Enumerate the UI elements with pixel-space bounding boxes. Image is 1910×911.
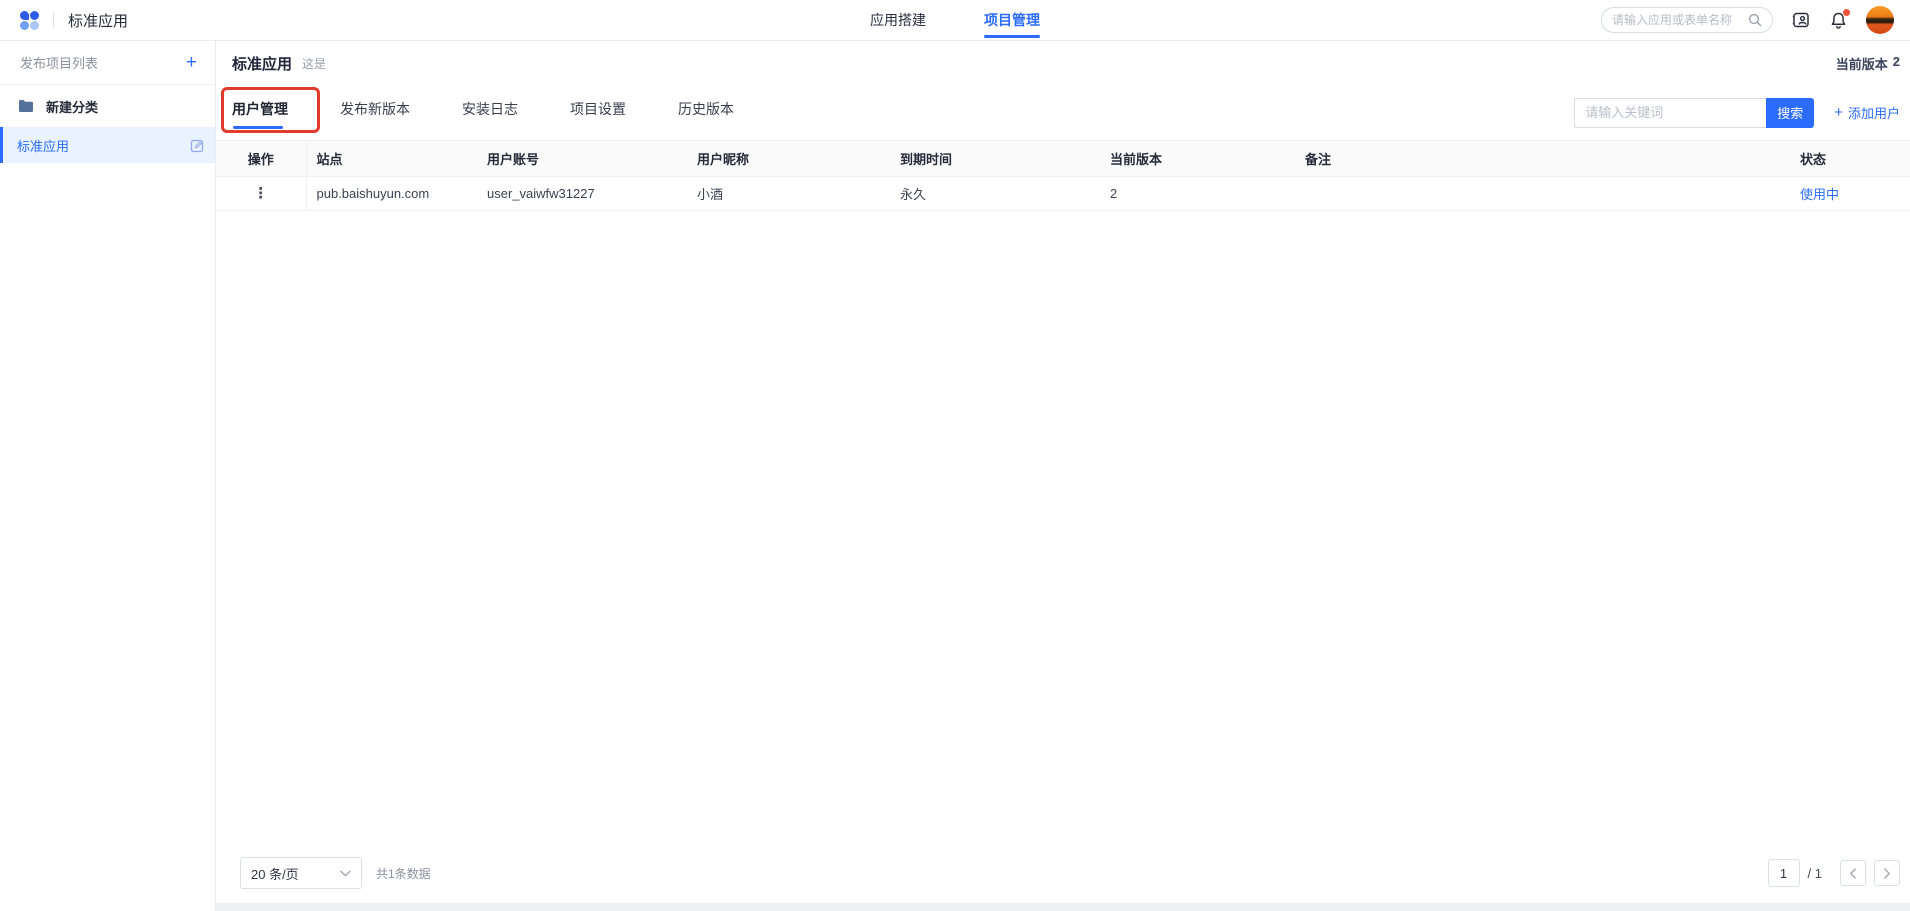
- current-version-value: 2: [1893, 54, 1900, 73]
- column-header-remark: 备注: [1295, 141, 1790, 176]
- sidebar-header: 发布项目列表 +: [0, 41, 215, 85]
- add-project-icon[interactable]: +: [186, 53, 197, 72]
- notification-bell-icon[interactable]: [1829, 11, 1848, 30]
- top-header: 标准应用 应用搭建 项目管理: [0, 0, 1910, 41]
- nav-tab-app-build[interactable]: 应用搭建: [870, 0, 926, 40]
- main-area: 标准应用 这是 当前版本 2 用户管理 发布新版本 安装日志 项目设置 历史版本: [216, 41, 1910, 911]
- next-page-button[interactable]: [1874, 860, 1900, 886]
- page-size-select[interactable]: 20 条/页: [240, 857, 362, 889]
- row-expire-cell: 永久: [890, 176, 1100, 210]
- current-version: 当前版本 2: [1836, 54, 1900, 73]
- content-card: 标准应用 这是 当前版本 2 用户管理 发布新版本 安装日志 项目设置 历史版本: [216, 41, 1910, 903]
- page-total-label: / 1: [1808, 866, 1822, 881]
- user-table: 操作 站点 用户账号 用户昵称 到期时间 当前版本 备注 状态 ⋮: [216, 141, 1910, 211]
- tab-publish-version[interactable]: 发布新版本: [340, 93, 410, 133]
- content-tabs: 用户管理 发布新版本 安装日志 项目设置 历史版本: [232, 93, 734, 133]
- page-number-input[interactable]: [1768, 859, 1800, 887]
- plus-icon: +: [1834, 105, 1843, 120]
- row-version-cell: 2: [1100, 176, 1295, 210]
- tab-strip: 用户管理 发布新版本 安装日志 项目设置 历史版本 搜索 + 添加用户: [216, 85, 1910, 141]
- nav-tab-project-manage[interactable]: 项目管理: [984, 0, 1040, 40]
- column-header-nickname: 用户昵称: [687, 141, 890, 176]
- chevron-right-icon: [1883, 868, 1891, 879]
- prev-page-button[interactable]: [1840, 860, 1866, 886]
- status-badge[interactable]: 使用中: [1800, 187, 1839, 202]
- sidebar: 发布项目列表 + 新建分类 标准应用: [0, 41, 216, 911]
- sidebar-item-label: 标准应用: [17, 136, 69, 155]
- sidebar-item-category[interactable]: 新建分类: [0, 85, 215, 127]
- search-icon[interactable]: [1748, 13, 1762, 27]
- add-user-button[interactable]: + 添加用户: [1834, 103, 1900, 122]
- chevron-down-icon: [340, 870, 351, 877]
- search-button[interactable]: 搜索: [1766, 98, 1814, 128]
- row-remark-cell: [1295, 176, 1790, 210]
- global-search-input[interactable]: [1612, 13, 1742, 27]
- user-avatar[interactable]: [1866, 6, 1894, 34]
- table-row: ⋮ pub.baishuyun.com user_vaiwfw31227 小酒 …: [216, 176, 1910, 210]
- column-header-site: 站点: [306, 141, 477, 176]
- sidebar-title: 发布项目列表: [20, 53, 98, 72]
- column-header-status: 状态: [1790, 141, 1910, 176]
- page-title: 标准应用: [232, 53, 292, 74]
- sidebar-item-label: 新建分类: [46, 97, 98, 116]
- content-header: 标准应用 这是 当前版本 2: [216, 41, 1910, 85]
- keyword-search-input[interactable]: [1574, 98, 1766, 128]
- total-count-label: 共1条数据: [376, 865, 431, 882]
- add-user-label: 添加用户: [1848, 103, 1900, 122]
- column-header-account: 用户账号: [477, 141, 687, 176]
- app-title: 标准应用: [68, 10, 128, 31]
- page-size-value: 20 条/页: [251, 864, 299, 883]
- tab-project-settings[interactable]: 项目设置: [570, 93, 626, 133]
- table-toolbar: 搜索 + 添加用户: [1574, 98, 1900, 128]
- contact-card-icon[interactable]: [1791, 10, 1811, 30]
- column-header-action: 操作: [216, 141, 306, 176]
- header-right: [1601, 6, 1894, 34]
- chevron-left-icon: [1849, 868, 1857, 879]
- table-header-row: 操作 站点 用户账号 用户昵称 到期时间 当前版本 备注 状态: [216, 141, 1910, 176]
- column-header-expire: 到期时间: [890, 141, 1100, 176]
- row-nickname-cell: 小酒: [687, 176, 890, 210]
- folder-icon: [18, 99, 34, 113]
- pager: / 1: [1768, 859, 1900, 887]
- page-subtitle: 这是: [302, 55, 326, 72]
- sidebar-item-project-selected[interactable]: 标准应用: [0, 127, 215, 163]
- row-account-cell: user_vaiwfw31227: [477, 176, 687, 210]
- top-nav: 应用搭建 项目管理: [870, 0, 1040, 40]
- tab-install-log[interactable]: 安装日志: [462, 93, 518, 133]
- edit-icon[interactable]: [190, 138, 205, 153]
- tab-history-version[interactable]: 历史版本: [678, 93, 734, 133]
- app-logo-icon: [20, 11, 39, 30]
- more-actions-icon[interactable]: ⋮: [253, 186, 268, 201]
- current-version-label: 当前版本: [1836, 54, 1888, 73]
- tab-user-manage[interactable]: 用户管理: [232, 93, 288, 133]
- column-header-version: 当前版本: [1100, 141, 1295, 176]
- row-action-cell: ⋮: [216, 176, 306, 210]
- row-status-cell: 使用中: [1790, 176, 1910, 210]
- content-spacer: [216, 211, 1910, 858]
- notification-badge: [1843, 9, 1850, 16]
- global-search[interactable]: [1601, 7, 1773, 33]
- pagination-bar: 20 条/页 共1条数据 / 1: [216, 857, 1910, 903]
- row-site-cell: pub.baishuyun.com: [306, 176, 477, 210]
- header-divider: [53, 12, 54, 28]
